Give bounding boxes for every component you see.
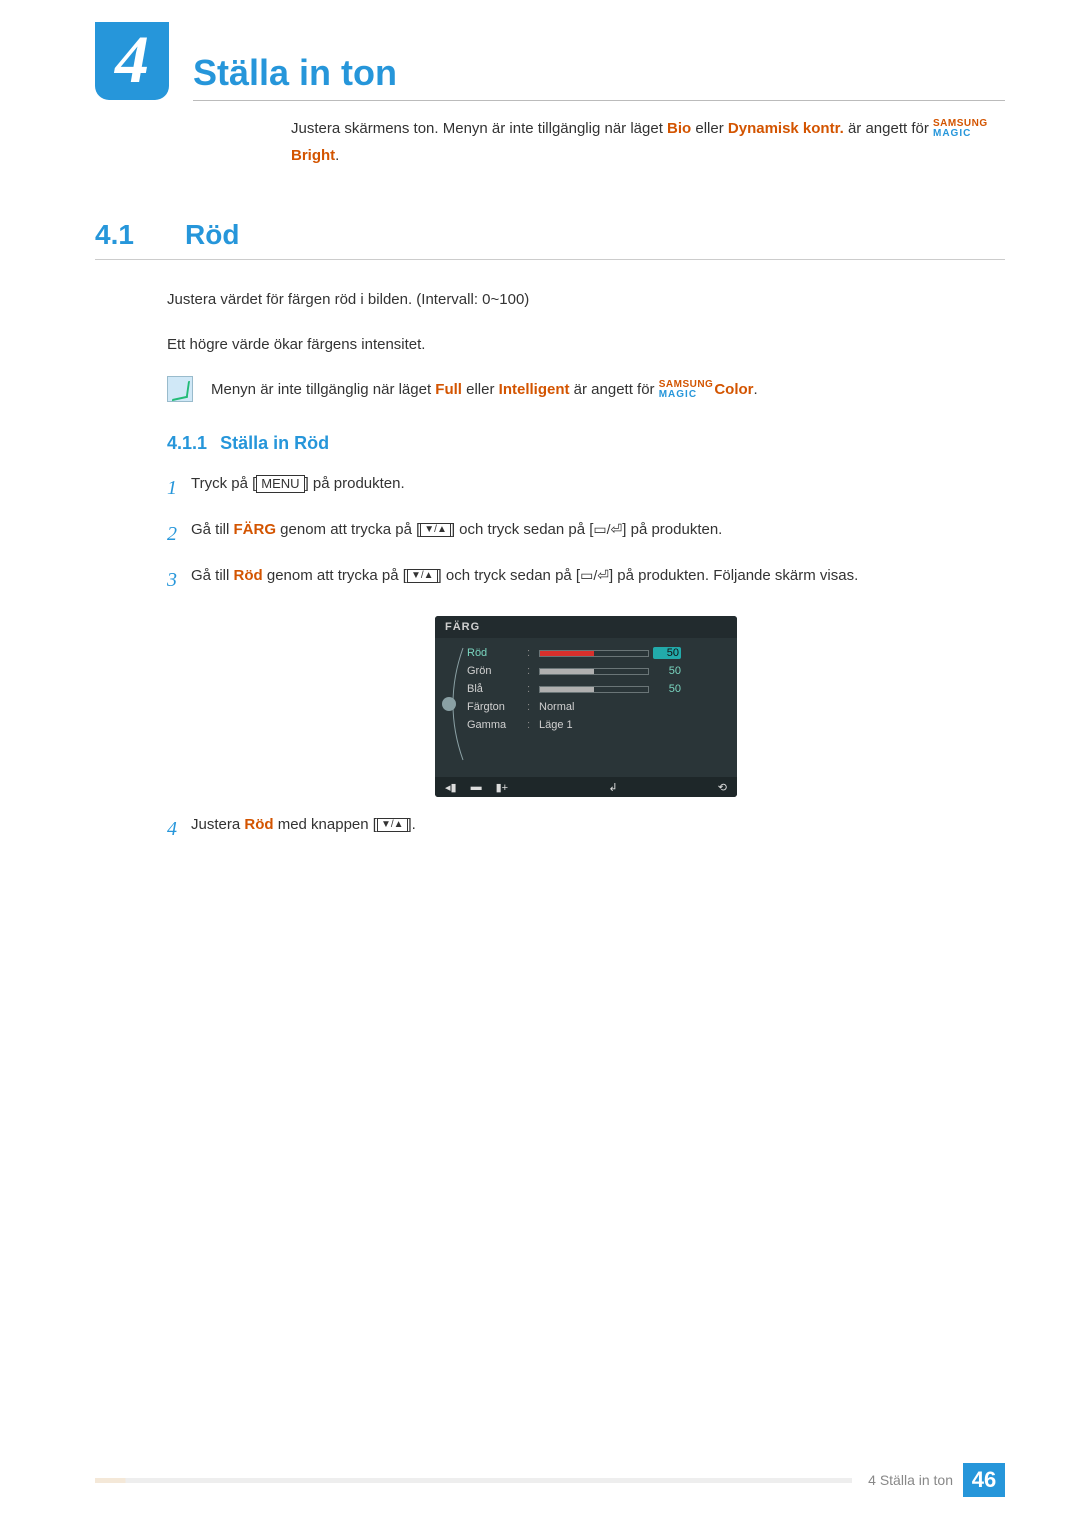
osd-title: FÄRG xyxy=(435,616,737,638)
up-down-icon: ▼/▲ xyxy=(407,569,438,583)
samsung-magic-logo: SAMSUNGMAGIC xyxy=(933,119,988,139)
list-item: 1 Tryck på [MENU] på produkten. xyxy=(167,470,1005,506)
list-item: 2 Gå till FÄRG genom att trycka på [▼/▲]… xyxy=(167,516,1005,552)
body-text: Ett högre värde ökar färgens intensitet. xyxy=(167,331,1005,358)
osd-row-value: Normal xyxy=(539,701,729,713)
page-footer: 4 Ställa in ton 46 xyxy=(95,1463,1005,1497)
osd-menu: FÄRG Röd:50Grön:50Blå:50Färgton:NormalGa… xyxy=(435,616,737,797)
divider xyxy=(95,259,1005,260)
subsection-title: Ställa in Röd xyxy=(220,433,329,453)
note-icon xyxy=(167,376,193,402)
page-number: 46 xyxy=(963,1463,1005,1497)
note-text: Menyn är inte tillgänglig när läget Full… xyxy=(211,376,758,403)
note: Menyn är inte tillgänglig när läget Full… xyxy=(167,376,1005,403)
osd-row: Grön:50 xyxy=(467,662,729,680)
osd-footer: ◂▮ ▬ ▮+ ↲ ⟲ xyxy=(435,777,737,797)
keyword-dynamic: Dynamisk kontr. xyxy=(728,120,844,137)
osd-return-icon: ⟲ xyxy=(718,781,727,794)
keyword-bright: Bright xyxy=(291,147,335,164)
chapter-number-badge: 4 xyxy=(95,22,169,100)
menu-button-icon: MENU xyxy=(256,475,304,493)
subsection-header: 4.1.1 Ställa in Röd xyxy=(167,433,1005,454)
samsung-magic-logo: SAMSUNGMAGIC xyxy=(659,380,714,400)
footer-chapter: 4 Ställa in ton xyxy=(868,1472,953,1488)
section-title: Röd xyxy=(185,219,239,251)
section-number: 4.1 xyxy=(95,219,185,251)
osd-row: Färgton:Normal xyxy=(467,698,729,716)
osd-row: Röd:50 xyxy=(467,644,729,662)
osd-row-label: Färgton xyxy=(467,701,523,713)
osd-row-label: Grön xyxy=(467,665,523,677)
chapter-intro: Justera skärmens ton. Menyn är inte till… xyxy=(291,115,1005,169)
osd-row: Gamma:Läge 1 xyxy=(467,716,729,734)
osd-row-value: 50 xyxy=(653,683,681,695)
chapter-header: 4 Ställa in ton Justera skärmens ton. Me… xyxy=(95,30,1005,169)
osd-row-value: 50 xyxy=(653,665,681,677)
enter-source-icon: ▭/⏎ xyxy=(593,517,622,542)
osd-slider xyxy=(539,650,649,657)
osd-row-value: Läge 1 xyxy=(539,719,729,731)
body-text: Justera värdet för färgen röd i bilden. … xyxy=(167,286,1005,313)
palette-icon xyxy=(439,644,467,767)
chapter-title: Ställa in ton xyxy=(193,52,1005,94)
subsection-number: 4.1.1 xyxy=(167,433,207,453)
osd-row-label: Gamma xyxy=(467,719,523,731)
osd-row: Blå:50 xyxy=(467,680,729,698)
osd-enter-icon: ↲ xyxy=(608,781,617,794)
osd-slider xyxy=(539,668,649,675)
up-down-icon: ▼/▲ xyxy=(420,523,451,537)
osd-row-value: 50 xyxy=(653,647,681,659)
osd-nav-icon: ▬ xyxy=(471,781,482,794)
step-list: 1 Tryck på [MENU] på produkten. 2 Gå til… xyxy=(167,470,1005,847)
section-header: 4.1 Röd xyxy=(95,219,1005,251)
osd-row-label: Röd xyxy=(467,647,523,659)
osd-slider xyxy=(539,686,649,693)
divider xyxy=(193,100,1005,101)
osd-row-label: Blå xyxy=(467,683,523,695)
keyword-bio: Bio xyxy=(667,120,691,137)
footer-bar xyxy=(95,1478,852,1483)
osd-nav-icon: ◂▮ xyxy=(445,781,457,794)
list-item: 4 Justera Röd med knappen [▼/▲]. xyxy=(167,811,1005,847)
list-item: 3 Gå till Röd genom att trycka på [▼/▲] … xyxy=(167,562,1005,598)
osd-nav-icon: ▮+ xyxy=(496,781,508,794)
up-down-icon: ▼/▲ xyxy=(377,818,408,832)
enter-source-icon: ▭/⏎ xyxy=(580,563,609,588)
